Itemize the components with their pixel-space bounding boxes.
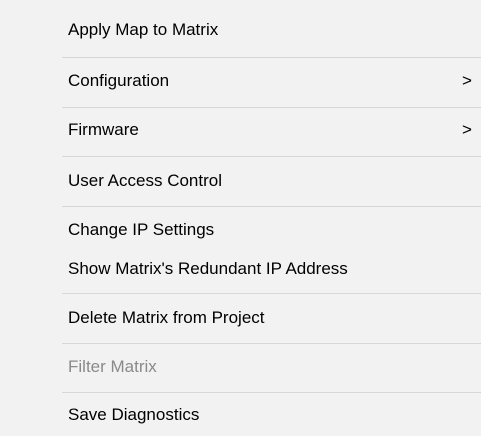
menu-item-save-diagnostics[interactable]: Save Diagnostics — [68, 405, 199, 425]
submenu-arrow-icon: > — [462, 71, 472, 90]
menu-separator — [62, 343, 481, 344]
menu-item-delete-matrix-from-project[interactable]: Delete Matrix from Project — [68, 308, 265, 328]
menu-item-firmware[interactable]: Firmware — [68, 120, 139, 140]
menu-item-apply-map-to-matrix[interactable]: Apply Map to Matrix — [68, 20, 218, 40]
menu-item-change-ip-settings[interactable]: Change IP Settings — [68, 220, 214, 240]
menu-separator — [62, 392, 481, 393]
menu-separator — [62, 206, 481, 207]
context-menu: Apply Map to Matrix Configuration > Firm… — [0, 0, 481, 436]
submenu-arrow-icon: > — [462, 120, 472, 139]
menu-separator — [62, 156, 481, 157]
menu-item-configuration[interactable]: Configuration — [68, 71, 169, 91]
menu-item-filter-matrix: Filter Matrix — [68, 357, 157, 376]
menu-item-user-access-control[interactable]: User Access Control — [68, 171, 222, 191]
menu-separator — [62, 293, 481, 294]
menu-icon-gutter — [0, 0, 62, 436]
menu-item-show-redundant-ip-address[interactable]: Show Matrix's Redundant IP Address — [68, 259, 348, 279]
menu-separator — [62, 107, 481, 108]
menu-separator — [62, 57, 481, 58]
